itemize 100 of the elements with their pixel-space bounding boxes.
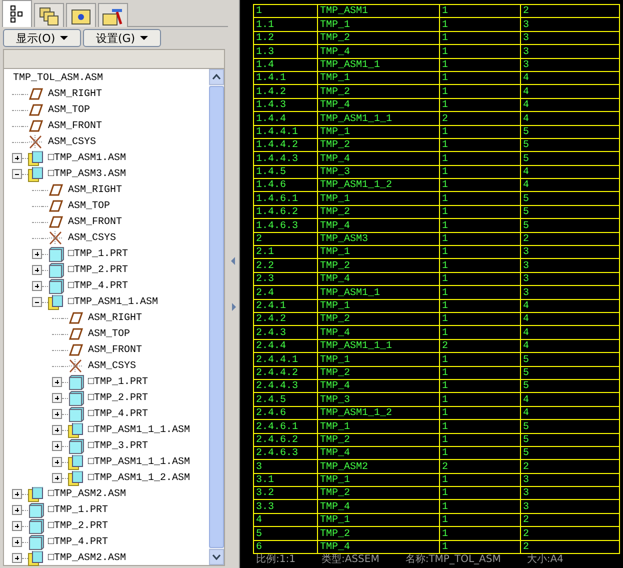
- datum-plane-icon: [28, 102, 44, 118]
- expand-toggle[interactable]: [12, 553, 22, 563]
- expand-toggle[interactable]: [52, 377, 62, 387]
- table-cell: 3: [520, 286, 620, 300]
- table-cell: TMP_2: [318, 312, 440, 326]
- caret-icon: [140, 36, 148, 40]
- tree-item-label[interactable]: □TMP_ASM2.ASM: [48, 488, 126, 500]
- expand-toggle[interactable]: [52, 457, 62, 467]
- datum-plane-icon: [48, 182, 64, 198]
- table-cell: 4: [520, 178, 620, 192]
- expand-right-icon[interactable]: [231, 303, 236, 311]
- table-cell: 1: [440, 152, 520, 166]
- table-cell: 1: [440, 406, 520, 420]
- table-cell: 1: [440, 540, 520, 554]
- table-cell: 2.4.4.2: [254, 366, 318, 380]
- table-cell: 4: [520, 165, 620, 179]
- tree-item-label[interactable]: □TMP_3.PRT: [88, 440, 148, 452]
- assembly-icon: [68, 422, 84, 438]
- table-cell: 2: [520, 460, 620, 474]
- table-cell: 3: [254, 460, 318, 474]
- table-cell: 3.3: [254, 500, 318, 514]
- expand-toggle[interactable]: [32, 281, 42, 291]
- table-cell: 5: [520, 420, 620, 433]
- dropdown-button[interactable]: 显示(O): [3, 29, 81, 47]
- table-cell: 4: [520, 392, 620, 406]
- tree-item-label[interactable]: TMP_TOL_ASM.ASM: [13, 72, 104, 84]
- part-icon: [28, 534, 44, 550]
- expand-toggle[interactable]: [12, 169, 22, 179]
- tree-item-label[interactable]: □TMP_2.PRT: [68, 264, 128, 276]
- table-cell: 2.4.3: [254, 326, 318, 340]
- scroll-up-icon[interactable]: [209, 69, 224, 85]
- table-cell: TMP_1: [318, 125, 440, 138]
- tree-item-label[interactable]: ASM_TOP: [88, 328, 130, 340]
- table-cell: 3: [520, 44, 620, 58]
- tree-item-label[interactable]: □TMP_ASM1.ASM: [48, 152, 126, 164]
- tree-item-label[interactable]: □TMP_ASM3.ASM: [48, 168, 126, 180]
- tree-item-label[interactable]: □TMP_ASM1_1.ASM: [68, 296, 158, 308]
- tree-item-label[interactable]: □TMP_4.PRT: [48, 536, 108, 548]
- expand-toggle[interactable]: [12, 489, 22, 499]
- expand-toggle[interactable]: [12, 153, 22, 163]
- expand-toggle[interactable]: [32, 265, 42, 275]
- expand-toggle[interactable]: [12, 505, 22, 515]
- expand-toggle[interactable]: [32, 249, 42, 259]
- tree-item-label[interactable]: ASM_FRONT: [48, 120, 102, 132]
- expand-toggle[interactable]: [52, 473, 62, 483]
- scroll-down-icon[interactable]: [209, 549, 224, 565]
- tree-item-label[interactable]: ASM_RIGHT: [68, 184, 122, 196]
- table-cell: 1: [440, 420, 520, 433]
- tree-item-label[interactable]: □TMP_2.PRT: [48, 520, 108, 532]
- tree-item-label[interactable]: ASM_CSYS: [68, 232, 116, 244]
- tree-item-label[interactable]: ASM_CSYS: [48, 136, 96, 148]
- expand-toggle[interactable]: [12, 521, 22, 531]
- table-cell: 1: [440, 299, 520, 312]
- expand-toggle[interactable]: [52, 425, 62, 435]
- table-cell: 3.1: [254, 473, 318, 487]
- tree-item-label[interactable]: □TMP_ASM1_1_1.ASM: [88, 456, 190, 468]
- table-cell: 1.4.3: [254, 98, 318, 112]
- expand-toggle[interactable]: [52, 441, 62, 451]
- tree-item-label[interactable]: □TMP_4.PRT: [88, 408, 148, 420]
- assembly-icon: [68, 470, 84, 486]
- tree-item-label[interactable]: □TMP_ASM2.ASM: [48, 552, 126, 564]
- tree-item-label[interactable]: □TMP_1.PRT: [68, 248, 128, 260]
- tree-item-label[interactable]: ASM_RIGHT: [48, 88, 102, 100]
- tree-item-label[interactable]: ASM_CSYS: [88, 360, 136, 372]
- dropdown-button[interactable]: 设置(G): [83, 29, 161, 47]
- table-cell: 5: [520, 352, 620, 366]
- table-cell: TMP_1: [318, 420, 440, 433]
- table-cell: 5: [520, 152, 620, 166]
- tree-item-label[interactable]: □TMP_ASM1_1_1.ASM: [88, 424, 190, 436]
- tree-item-label[interactable]: □TMP_4.PRT: [68, 280, 128, 292]
- stacked-folders-icon: [39, 6, 59, 26]
- tree-item-label[interactable]: ASM_TOP: [68, 200, 110, 212]
- table-cell: 4: [520, 406, 620, 420]
- assembly-icon: [28, 166, 44, 182]
- collapse-left-icon[interactable]: [231, 257, 236, 265]
- tree-item-label[interactable]: ASM_RIGHT: [88, 312, 142, 324]
- table-cell: 5: [520, 366, 620, 380]
- table-cell: 4: [520, 84, 620, 98]
- tree-item-label[interactable]: ASM_FRONT: [68, 216, 122, 228]
- table-cell: 1: [440, 44, 520, 58]
- expand-toggle[interactable]: [32, 297, 42, 307]
- table-cell: 5: [520, 218, 620, 232]
- table-cell: 3: [520, 500, 620, 514]
- expand-toggle[interactable]: [52, 393, 62, 403]
- expand-toggle[interactable]: [12, 537, 22, 547]
- tree-item-label[interactable]: □TMP_2.PRT: [88, 392, 148, 404]
- tree-item-label[interactable]: □TMP_ASM1_1_2.ASM: [88, 472, 190, 484]
- table-cell: 2.4.6.2: [254, 433, 318, 446]
- table-cell: 2: [440, 460, 520, 474]
- table-cell: 1: [440, 165, 520, 179]
- tree-item-label[interactable]: □TMP_1.PRT: [88, 376, 148, 388]
- tree-item-label[interactable]: ASM_TOP: [48, 104, 90, 116]
- table-cell: TMP_4: [318, 540, 440, 554]
- table-cell: 1: [440, 513, 520, 527]
- tree-item-label[interactable]: □TMP_1.PRT: [48, 504, 108, 516]
- expand-toggle[interactable]: [52, 409, 62, 419]
- table-cell: 5: [254, 526, 318, 540]
- title-block-text: 类型:ASSEM: [321, 554, 380, 566]
- tree-item-label[interactable]: ASM_FRONT: [88, 344, 142, 356]
- panel-tab[interactable]: [2, 0, 32, 27]
